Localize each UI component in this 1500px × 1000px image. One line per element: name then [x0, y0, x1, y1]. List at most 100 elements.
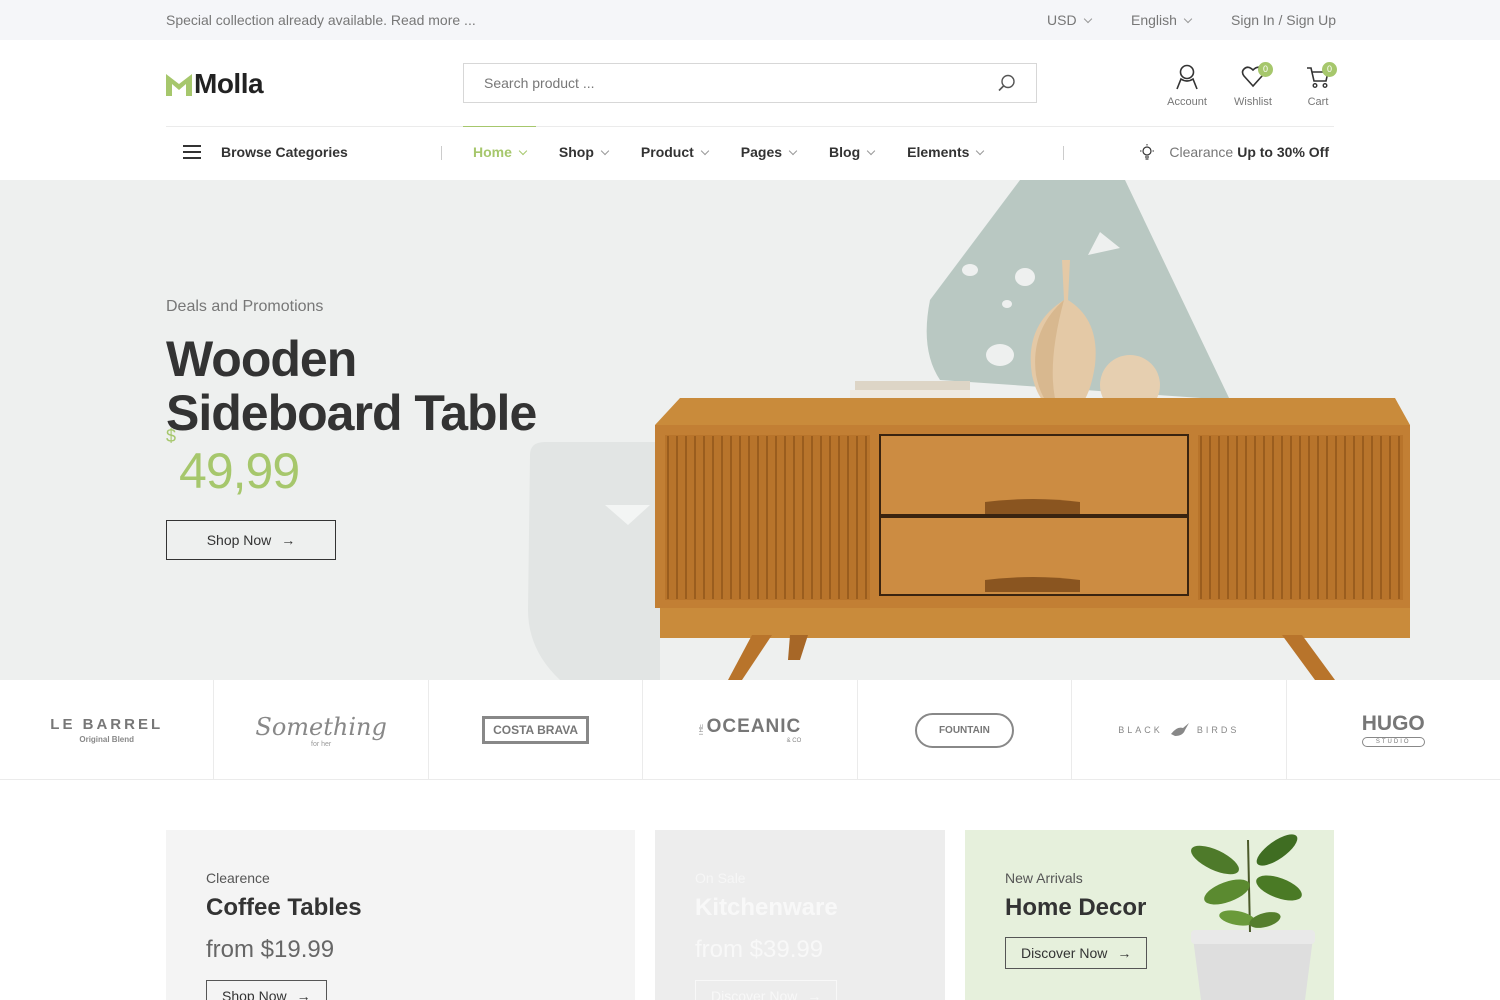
arrow-right-icon: →	[807, 988, 822, 1000]
nav-item-pages[interactable]: Pages	[731, 127, 806, 180]
brands-strip: LE BARREL Original Blend Something for h…	[0, 680, 1500, 780]
banner-coffee-tables[interactable]: Clearence Coffee Tables from $19.99 Shop…	[166, 830, 635, 1000]
arrow-right-icon: →	[281, 532, 296, 548]
cart-count-badge: 0	[1322, 62, 1337, 77]
banner-button-label: Shop Now	[222, 988, 287, 1000]
bird-icon	[1170, 723, 1189, 736]
search-box	[463, 63, 1037, 103]
brand-name-second: BIRDS	[1196, 725, 1240, 735]
hero-title: Wooden Sideboard Table	[166, 331, 537, 441]
nav-item-label: Pages	[740, 144, 783, 160]
brand-tagline: for her	[311, 740, 332, 748]
chevron-down-icon	[1083, 14, 1092, 24]
banner-category: Clearence	[206, 870, 270, 886]
hero-price: $49,99	[166, 426, 300, 500]
brand-name: FOUNTAIN	[914, 712, 1014, 748]
brand-suffix: & CO	[786, 738, 802, 744]
brand-name: COSTA BRAVA	[482, 716, 589, 744]
nav-item-label: Blog	[829, 144, 861, 160]
search-icon[interactable]	[998, 74, 1016, 92]
top-bar: Special collection already available. Re…	[0, 0, 1500, 40]
brand-logo-oceanic[interactable]: THE OCEANIC & CO	[643, 680, 858, 780]
clearance-link[interactable]: Clearance Up to 30% Off	[1139, 144, 1329, 160]
nav-item-product[interactable]: Product	[631, 127, 718, 180]
banner-discover-now-button[interactable]: Discover Now →	[1005, 937, 1148, 969]
hero-slider: Deals and Promotions Wooden Sideboard Tab…	[0, 180, 1500, 680]
banner-shop-now-button[interactable]: Shop Now →	[206, 980, 327, 1000]
chevron-down-icon	[866, 146, 876, 156]
banner-kitchenware[interactable]: On Sale Kitchenware from $39.99 Discover…	[655, 830, 945, 1000]
chevron-down-icon	[600, 146, 610, 156]
nav-item-shop[interactable]: Shop	[549, 127, 618, 180]
banner-discover-now-button[interactable]: Discover Now →	[695, 980, 838, 1000]
brand-prefix: THE	[698, 724, 705, 736]
language-value: English	[1131, 12, 1177, 28]
brand-logo-something[interactable]: Something for her	[214, 680, 429, 780]
search-input[interactable]	[464, 64, 964, 102]
main-menu: Home Shop Product Pages Blog Elements	[463, 126, 1006, 180]
cart-label: Cart	[1307, 96, 1329, 108]
brand-name: BLACK	[1118, 725, 1163, 735]
banner-title: Coffee Tables	[206, 894, 362, 921]
brand-name: HUGO	[1361, 711, 1425, 735]
brand-logo-costa-brava[interactable]: COSTA BRAVA	[429, 680, 644, 780]
nav-item-label: Home	[473, 144, 512, 160]
hero-title-line2: Sideboard Table	[166, 385, 537, 441]
brand-logo-black-birds[interactable]: BLACK BIRDS	[1072, 680, 1287, 780]
hero-title-line1: Wooden	[166, 331, 357, 387]
nav-item-label: Shop	[558, 144, 594, 160]
language-selector[interactable]: English	[1131, 12, 1193, 28]
account-label: Account	[1167, 96, 1207, 108]
hero-price-currency: $	[166, 426, 176, 447]
arrow-right-icon: →	[296, 988, 311, 1000]
nav-item-label: Product	[640, 144, 694, 160]
banner-button-label: Discover Now	[1021, 945, 1108, 961]
nav-item-elements[interactable]: Elements	[897, 127, 993, 180]
wishlist-button[interactable]: Wishlist 0	[1230, 62, 1276, 108]
nav-item-blog[interactable]: Blog	[819, 127, 884, 180]
banner-price: from $39.99	[695, 936, 824, 963]
logo-text: Molla	[194, 68, 264, 99]
browse-categories-button[interactable]: Browse Categories	[183, 144, 348, 160]
user-icon	[1176, 64, 1198, 90]
hero-price-value: 49,99	[179, 443, 300, 499]
brand-logo-hugo[interactable]: HUGO STUDIO	[1287, 680, 1500, 780]
currency-selector[interactable]: USD	[1047, 12, 1092, 28]
hero-subtitle: Deals and Promotions	[166, 298, 324, 315]
banner-button-label: Discover Now	[711, 988, 798, 1000]
arrow-right-icon: →	[1117, 945, 1132, 961]
chevron-down-icon	[976, 146, 985, 156]
banner-home-decor[interactable]: New Arrivals Home Decor Discover Now →	[965, 830, 1334, 1000]
brand-tagline: STUDIO	[1361, 736, 1425, 747]
brand-name: LE BARREL	[50, 716, 164, 733]
brand-name: OCEANIC	[706, 716, 802, 737]
clearance-prefix: Clearance	[1169, 144, 1234, 160]
lightbulb-icon	[1140, 144, 1155, 160]
nav-item-label: Elements	[907, 144, 970, 160]
nav-item-home[interactable]: Home	[463, 126, 536, 180]
banner-price: from $19.99	[206, 936, 335, 963]
chevron-down-icon	[788, 146, 798, 156]
browse-categories-label: Browse Categories	[221, 144, 348, 160]
nav-separator	[441, 146, 442, 160]
wishlist-label: Wishlist	[1234, 96, 1272, 108]
account-button[interactable]: Account	[1160, 64, 1214, 108]
banner-title: Home Decor	[1005, 894, 1147, 921]
brand-logo-fountain[interactable]: FOUNTAIN	[858, 680, 1073, 780]
hamburger-icon	[183, 145, 201, 159]
currency-value: USD	[1047, 12, 1077, 28]
brand-tagline: Original Blend	[79, 735, 135, 744]
clearance-offer: Up to 30% Off	[1237, 144, 1329, 160]
nav-separator	[1063, 146, 1064, 160]
cart-button[interactable]: Cart 0	[1300, 62, 1337, 108]
brand-logo-le-barrel[interactable]: LE BARREL Original Blend	[0, 680, 215, 780]
sign-in-link[interactable]: Sign In / Sign Up	[1231, 12, 1336, 28]
promo-link[interactable]: Special collection already available. Re…	[166, 12, 476, 28]
wishlist-count-badge: 0	[1258, 62, 1273, 77]
hero-shop-now-button[interactable]: Shop Now →	[166, 520, 336, 560]
brand-name: Something	[255, 712, 387, 741]
chevron-down-icon	[518, 146, 528, 156]
logo-icon	[166, 74, 192, 96]
logo[interactable]: Molla	[166, 68, 264, 100]
banner-title: Kitchenware	[695, 894, 838, 921]
